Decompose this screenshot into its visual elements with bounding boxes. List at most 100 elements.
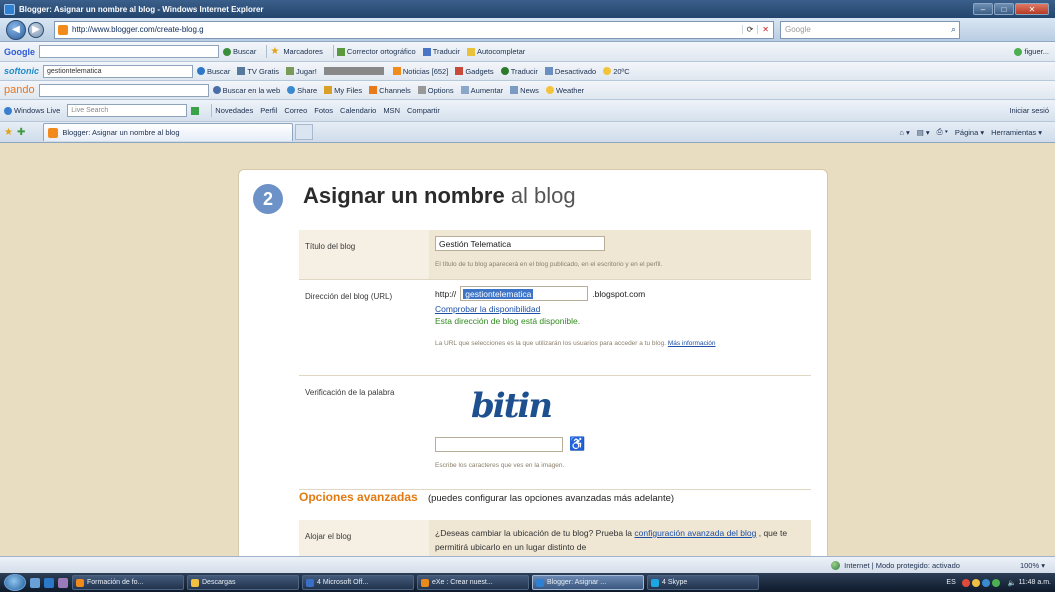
google-user-menu[interactable]: figuer...: [1014, 47, 1049, 56]
zone-text: Internet | Modo protegido: activado: [844, 560, 960, 570]
advanced-options-header: Opciones avanzadas (puedes configurar la…: [299, 490, 674, 504]
tray-icons[interactable]: [961, 578, 1002, 587]
news-button[interactable]: News: [510, 86, 539, 95]
live-link-compartir[interactable]: Compartir: [407, 106, 440, 115]
live-link-calendario[interactable]: Calendario: [340, 106, 376, 115]
traducir-button[interactable]: Traducir: [500, 67, 538, 76]
accessibility-icon[interactable]: ♿: [569, 436, 585, 452]
home-icon[interactable]: ⌂ ▾: [899, 128, 909, 137]
google-autofill-button[interactable]: Autocompletar: [466, 47, 525, 56]
office-icon: [306, 578, 314, 587]
pagina-menu[interactable]: Página ▾: [955, 128, 984, 137]
popup-blocker-icon: [544, 67, 553, 75]
title-row: Título del blog Gestión Telematica El tí…: [299, 230, 811, 280]
host-text-before: ¿Deseas cambiar la ubicación de tu blog?…: [435, 528, 633, 538]
blog-title-input[interactable]: Gestión Telematica: [435, 236, 605, 251]
host-value-cell: ¿Deseas cambiar la ubicación de tu blog?…: [429, 520, 811, 556]
ie-icon: [536, 578, 544, 587]
check-availability-link[interactable]: Comprobar la disponibilidad: [435, 304, 811, 314]
taskbar-item-descargas[interactable]: Descargas: [187, 575, 299, 590]
weather-button[interactable]: 20ºC: [603, 67, 630, 76]
options-button[interactable]: Options: [417, 86, 454, 95]
taskbar-item-blogger[interactable]: Blogger: Asignar ...: [532, 575, 644, 590]
url-row: Dirección del blog (URL) http:// gestion…: [299, 280, 811, 376]
gadgets-icon: [455, 67, 464, 75]
zoom-level[interactable]: 100% ▾: [1020, 561, 1045, 570]
rss-icon: [392, 67, 401, 75]
blog-url-input[interactable]: gestiontelematica: [460, 286, 589, 301]
media-player-widget[interactable]: [323, 67, 386, 75]
tab-blogger[interactable]: Blogger: Asignar un nombre al blog: [43, 123, 294, 141]
taskbar-item-formacion[interactable]: Formación de fo...: [72, 575, 184, 590]
close-button[interactable]: ✕: [1015, 3, 1049, 15]
live-link-fotos[interactable]: Fotos: [314, 106, 333, 115]
more-info-link[interactable]: Más información: [668, 340, 716, 347]
ie-quicklaunch-icon[interactable]: [44, 577, 54, 588]
forward-button[interactable]: ▶: [28, 21, 44, 38]
google-search-input[interactable]: [39, 45, 219, 58]
url-text[interactable]: http://www.blogger.com/create-blog.g: [72, 25, 742, 34]
herramientas-menu[interactable]: Herramientas ▾: [991, 128, 1042, 137]
host-form: Alojar el blog ¿Deseas cambiar la ubicac…: [299, 520, 811, 556]
weather-pando-button[interactable]: Weather: [545, 86, 584, 95]
captcha-input[interactable]: [435, 436, 563, 452]
share-button[interactable]: Share: [287, 86, 317, 95]
search-box[interactable]: Google ⌕: [780, 20, 960, 39]
jugar-button[interactable]: Jugar!: [286, 67, 317, 76]
security-zone[interactable]: Internet | Modo protegido: activado: [831, 560, 960, 570]
gadgets-button[interactable]: Gadgets: [455, 67, 494, 76]
search-icon[interactable]: ⌕: [951, 24, 959, 35]
switch-windows-icon[interactable]: [58, 577, 68, 588]
minimize-button[interactable]: –: [973, 3, 993, 15]
desactivado-button[interactable]: Desactivado: [544, 67, 596, 76]
search-placeholder: Google: [785, 25, 811, 34]
show-desktop-icon[interactable]: [30, 577, 40, 588]
tray-icon-4: [991, 578, 1000, 587]
address-field[interactable]: http://www.blogger.com/create-blog.g ⟳ ✕: [54, 20, 774, 39]
google-buscar-button[interactable]: Buscar: [223, 47, 256, 56]
pando-search-input[interactable]: [38, 83, 209, 97]
buscar-en-la-web-button[interactable]: Buscar en la web: [212, 86, 280, 95]
feeds-icon[interactable]: ▤ ▾: [917, 128, 930, 137]
my-files-button[interactable]: My Files: [324, 86, 362, 95]
taskbar-item-microsoft-office[interactable]: 4 Microsoft Off...: [302, 575, 414, 590]
aumentar-button[interactable]: Aumentar: [460, 86, 503, 95]
softonic-search-input[interactable]: gestiontelematica: [43, 64, 193, 78]
add-favorites-icon[interactable]: ✚: [17, 127, 25, 138]
url-label: Dirección del blog (URL): [305, 292, 393, 301]
options-icon: [417, 86, 426, 94]
favorites-star-icon[interactable]: ★: [4, 127, 13, 138]
google-translate-button[interactable]: Traducir: [422, 47, 460, 56]
clock[interactable]: 11:48 a.m.: [1018, 579, 1051, 586]
noticias-button[interactable]: Noticias [652]: [392, 67, 448, 76]
live-link-novedades[interactable]: Novedades: [215, 106, 253, 115]
live-search-input[interactable]: Live Search: [67, 104, 188, 117]
print-icon[interactable]: ⎙ ▾: [937, 127, 948, 137]
live-link-perfil[interactable]: Perfil: [260, 106, 277, 115]
tv-gratis-button[interactable]: TV Gratis: [237, 67, 279, 76]
back-button[interactable]: ◀: [6, 19, 26, 40]
channels-button[interactable]: Channels: [369, 86, 411, 95]
refresh-icon[interactable]: ⟳: [741, 25, 758, 34]
live-link-correo[interactable]: Correo: [284, 106, 307, 115]
live-search-go-button[interactable]: [191, 106, 201, 115]
window-title: Blogger: Asignar un nombre al blog - Win…: [19, 4, 264, 14]
start-button[interactable]: [4, 574, 26, 591]
iniciar-sesion-link[interactable]: Iniciar sesió: [1009, 106, 1049, 115]
language-indicator[interactable]: ES: [946, 579, 955, 586]
live-link-msn[interactable]: MSN: [383, 106, 400, 115]
softonic-buscar-button[interactable]: Buscar: [197, 67, 230, 76]
folder-icon: [76, 578, 84, 587]
google-marcadores-button[interactable]: ★ Marcadores: [270, 46, 323, 57]
step-number-badge: 2: [253, 184, 283, 214]
volume-icon[interactable]: 🔈: [1008, 579, 1017, 587]
pando-logo: pando: [4, 84, 35, 96]
new-tab-button[interactable]: [295, 124, 314, 140]
search-icon: [197, 67, 205, 75]
taskbar-item-skype[interactable]: 4 Skype: [647, 575, 759, 590]
google-spellcheck-button[interactable]: Corrector ortográfico: [336, 47, 416, 56]
maximize-button[interactable]: □: [994, 3, 1014, 15]
stop-icon[interactable]: ✕: [757, 25, 773, 34]
advanced-config-link[interactable]: configuración avanzada del blog: [634, 528, 756, 538]
taskbar-item-exe[interactable]: eXe : Crear nuest...: [417, 575, 529, 590]
